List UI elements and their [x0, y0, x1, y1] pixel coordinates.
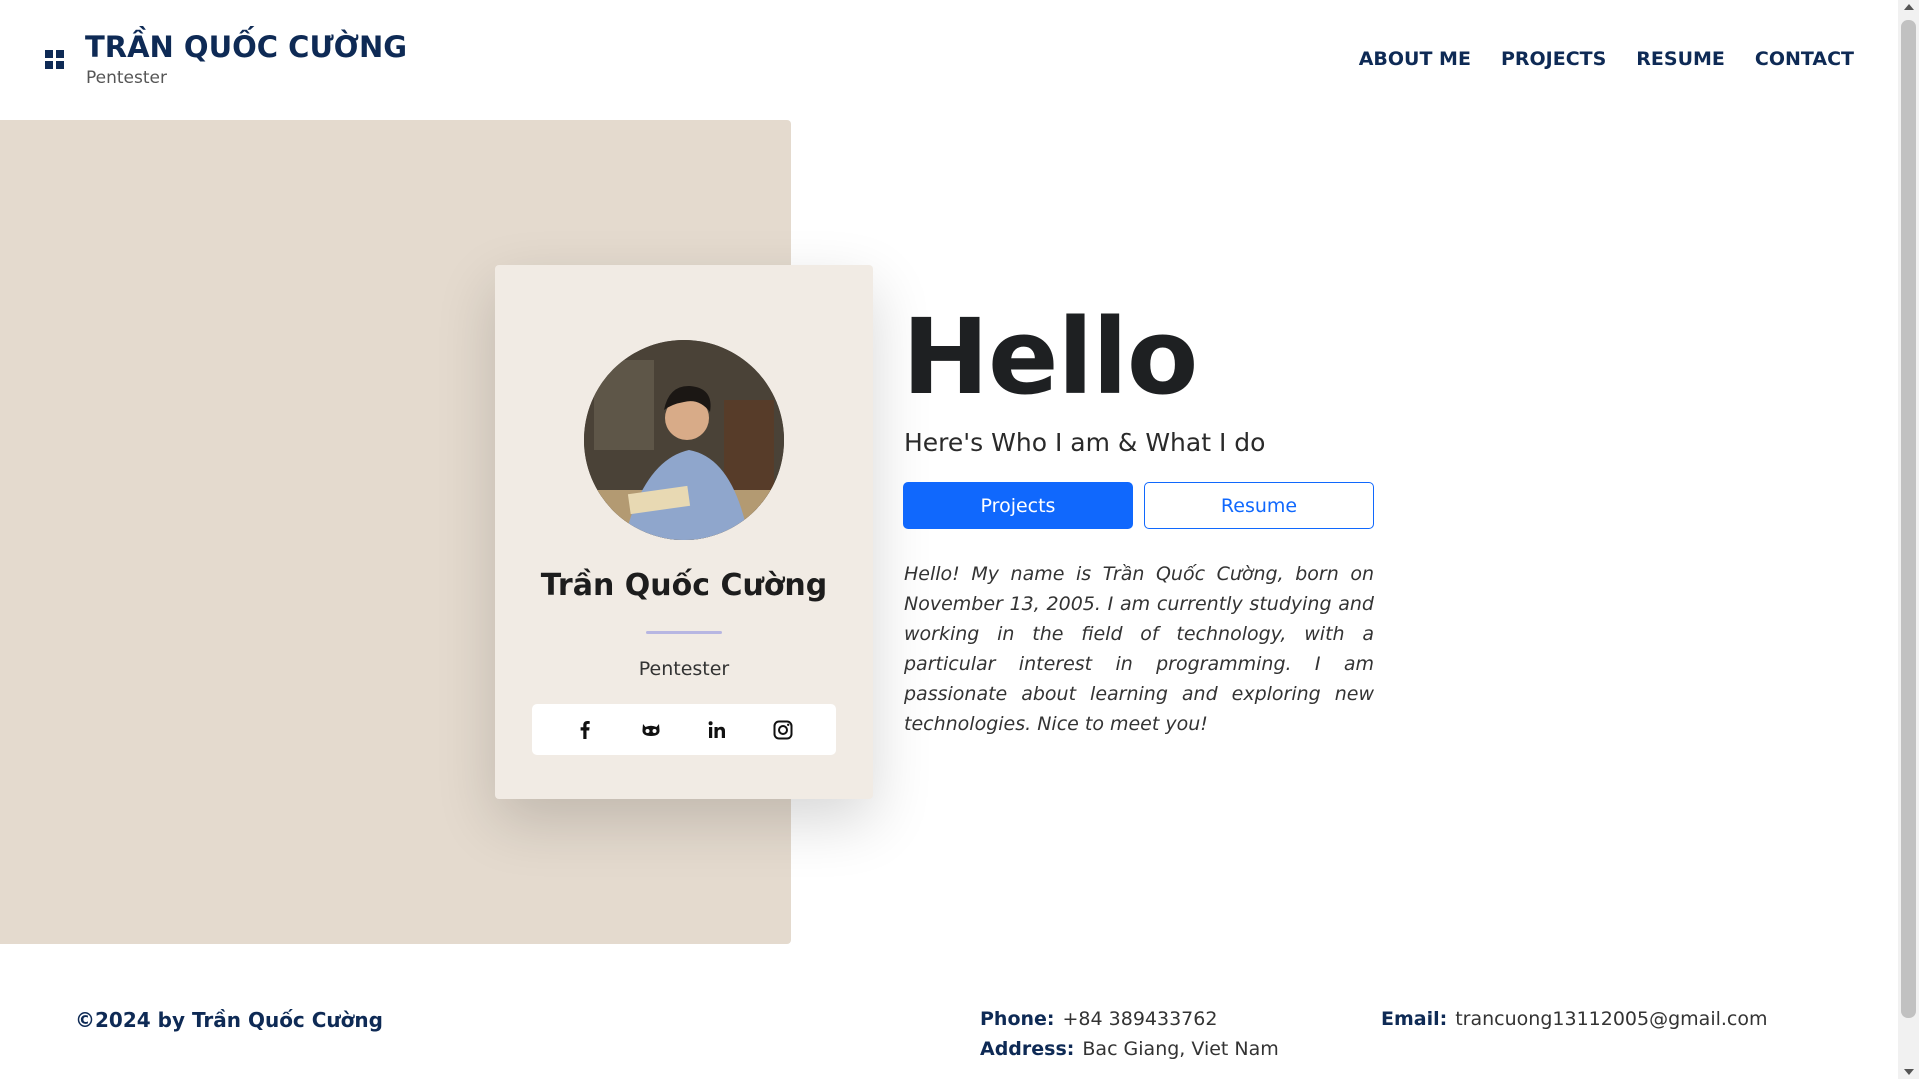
- avatar-photo: [584, 340, 784, 540]
- nav-about-me[interactable]: ABOUT ME: [1359, 48, 1471, 70]
- hero-tagline: Here's Who I am & What I do: [904, 428, 1266, 457]
- profile-name: Trần Quốc Cường: [540, 568, 828, 603]
- profile-card: Trần Quốc Cường Pentester: [495, 265, 873, 799]
- profile-role: Pentester: [638, 658, 730, 680]
- hero-heading: Hello: [902, 296, 1198, 418]
- github-icon[interactable]: [636, 715, 666, 745]
- phone-value: +84 389433762: [1062, 1008, 1218, 1030]
- grid-logo-icon[interactable]: [45, 50, 64, 69]
- address-label: Address:: [980, 1038, 1075, 1060]
- projects-button[interactable]: Projects: [903, 482, 1133, 529]
- footer-copyright: ©2024 by Trần Quốc Cường: [75, 1008, 383, 1032]
- avatar: [584, 340, 784, 540]
- bio-text: Hello! My name is Trần Quốc Cường, born …: [904, 563, 1374, 735]
- instagram-icon[interactable]: [768, 715, 798, 745]
- email-label: Email:: [1381, 1008, 1448, 1030]
- facebook-icon[interactable]: [570, 715, 600, 745]
- footer-email: Email: trancuong13112005@gmail.com: [1381, 1008, 1768, 1030]
- scroll-up-arrow-icon[interactable]: [1904, 4, 1914, 10]
- site-title[interactable]: TRẦN QUỐC CƯỜNG: [85, 30, 407, 64]
- email-value: trancuong13112005@gmail.com: [1455, 1008, 1768, 1030]
- site-header: TRẦN QUỐC CƯỜNG Pentester ABOUT ME PROJE…: [0, 0, 1898, 120]
- scrollbar-thumb[interactable]: [1901, 20, 1916, 1018]
- phone-label: Phone:: [980, 1008, 1055, 1030]
- resume-button[interactable]: Resume: [1144, 482, 1374, 529]
- address-value: Bac Giang, Viet Nam: [1082, 1038, 1279, 1060]
- social-links: [532, 704, 836, 755]
- site-subtitle: Pentester: [86, 68, 167, 88]
- main-nav: ABOUT ME PROJECTS RESUME CONTACT: [1359, 48, 1854, 70]
- scroll-down-arrow-icon[interactable]: [1904, 1069, 1914, 1075]
- nav-resume[interactable]: RESUME: [1636, 48, 1725, 70]
- linkedin-icon[interactable]: [702, 715, 732, 745]
- footer-address: Address: Bac Giang, Viet Nam: [980, 1038, 1279, 1060]
- nav-projects[interactable]: PROJECTS: [1501, 48, 1606, 70]
- name-divider: [646, 631, 722, 634]
- nav-contact[interactable]: CONTACT: [1755, 48, 1854, 70]
- footer-phone: Phone: +84 389433762: [980, 1008, 1217, 1030]
- vertical-scrollbar[interactable]: [1898, 0, 1919, 1079]
